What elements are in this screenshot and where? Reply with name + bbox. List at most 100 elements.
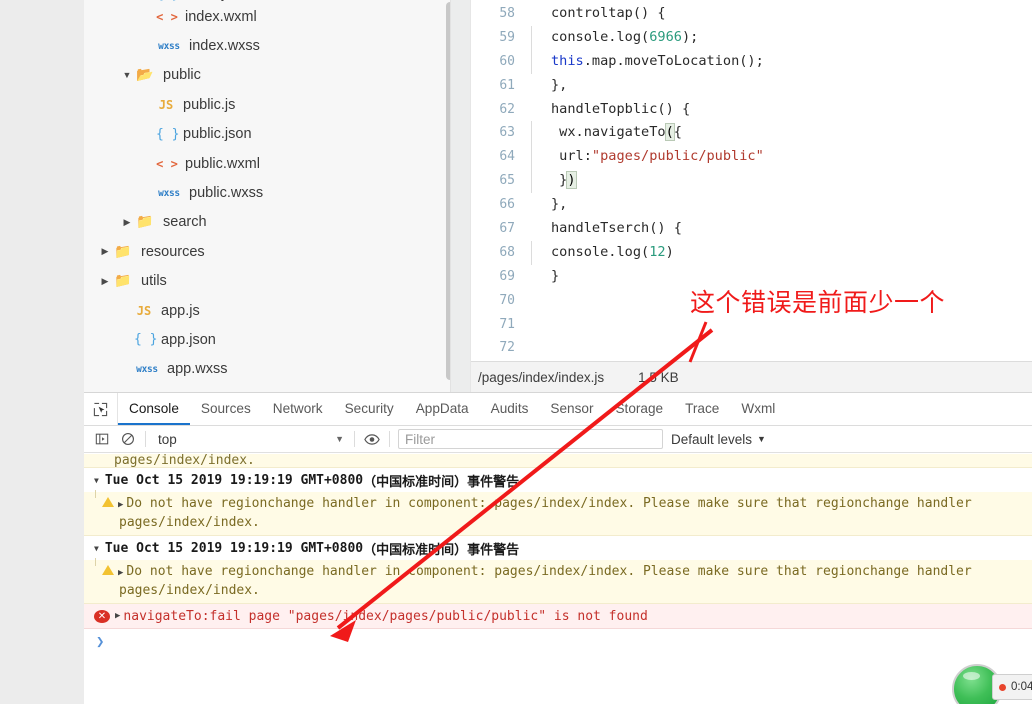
- toggle-console-sidebar-icon[interactable]: [89, 428, 115, 450]
- line-number: 72: [499, 340, 515, 356]
- code-token: console.log(: [551, 243, 650, 260]
- indent-guide: [527, 265, 541, 289]
- console-filter-input[interactable]: Filter: [398, 429, 663, 449]
- code-line[interactable]: 59 console.log(6966);: [471, 25, 1032, 50]
- code-token: handleTopblic() {: [551, 100, 691, 117]
- chevron-down-icon[interactable]: ▼: [94, 476, 99, 485]
- folder-open-icon: 📂: [136, 67, 154, 84]
- code-token: this: [551, 52, 584, 69]
- tree-item-public-json[interactable]: { } public.json: [84, 120, 450, 149]
- tree-item-utils[interactable]: ▶ 📁 utils: [84, 267, 450, 296]
- tab-appdata[interactable]: AppData: [405, 393, 480, 425]
- expand-arrow-icon-error[interactable]: ▶: [115, 611, 120, 621]
- console-message-list[interactable]: pages/index/index. ▼ Tue Oct 15 2019 19:1…: [84, 454, 1032, 704]
- log-levels-select[interactable]: Default levels ▼: [671, 432, 766, 447]
- tab-storage[interactable]: Storage: [604, 393, 674, 425]
- console-group-timezone: （中国标准时间）: [363, 474, 468, 490]
- upper-region: { } index.json < > index.wxml wxss index.wxss…: [84, 0, 1032, 392]
- tree-item-public-wxml[interactable]: < > public.wxml: [84, 149, 450, 178]
- code-line[interactable]: 63 wx.navigateTo({: [471, 121, 1032, 146]
- code-line[interactable]: 61},: [471, 74, 1032, 98]
- console-group-suffix: 事件警告: [467, 474, 520, 490]
- code-token: .map.moveToLocation();: [583, 52, 764, 69]
- tree-item-label: public.wxss: [189, 185, 264, 202]
- tree-item-label: app.js: [161, 302, 200, 319]
- code-lines[interactable]: 58 controltap() {59 console.log(6966); 60 th…: [471, 0, 1032, 392]
- tree-item-app-wxss[interactable]: wxss app.wxss: [84, 355, 450, 384]
- code-token: handleTserch() {: [551, 220, 682, 237]
- code-line[interactable]: 64 url:"pages/public/public": [471, 145, 1032, 170]
- indent-guide: [527, 25, 541, 50]
- line-number: 60: [499, 53, 515, 69]
- tab-wxml[interactable]: Wxml: [730, 393, 786, 425]
- warning-text-line-1: Do not have regionchange handler in comp…: [126, 564, 972, 579]
- code-line[interactable]: 62 handleTopblic() {: [471, 98, 1032, 122]
- console-input-prompt[interactable]: ❯: [84, 629, 1032, 655]
- expand-arrow-icon[interactable]: ▶: [118, 500, 123, 510]
- tree-item-resources[interactable]: ▶ 📁 resources: [84, 237, 450, 266]
- code-token: 12: [649, 243, 666, 260]
- code-line[interactable]: 72: [471, 336, 1032, 360]
- tree-item-search[interactable]: ▶ 📁 search: [84, 208, 450, 237]
- tree-item-index-wxml[interactable]: < > index.wxml: [84, 2, 450, 31]
- code-line[interactable]: 58 controltap() {: [471, 2, 1032, 26]
- screen-recorder-widget[interactable]: 0:04: [930, 664, 1032, 704]
- wxss-icon: wxss: [158, 40, 180, 52]
- tree-item-public-wxss[interactable]: wxss public.wxss: [84, 178, 450, 207]
- console-warning-message[interactable]: ▶ Do not have regionchange handler in com…: [84, 558, 1032, 604]
- line-number: 61: [499, 77, 515, 93]
- tab-security[interactable]: Security: [334, 393, 405, 425]
- tree-item-project-config-json[interactable]: {⚙}project.config.json: [84, 384, 450, 392]
- folder-icon: 📁: [114, 273, 132, 290]
- execution-context-select[interactable]: top ▼: [150, 428, 350, 450]
- chevron-down-icon[interactable]: ▼: [94, 544, 99, 553]
- line-number: 67: [499, 221, 515, 237]
- tab-network[interactable]: Network: [262, 393, 334, 425]
- tab-audits[interactable]: Audits: [480, 393, 540, 425]
- code-line[interactable]: 65 }): [471, 169, 1032, 194]
- code-editor[interactable]: 58 controltap() {59 console.log(6966); 60 th…: [470, 0, 1032, 392]
- line-number: 64: [499, 149, 515, 165]
- recording-dot-icon: [999, 683, 1006, 691]
- console-group-header[interactable]: ▼ Tue Oct 15 2019 19:19:19 GMT+0800 （中国标准…: [84, 536, 1032, 560]
- error-circle-icon: ✕: [94, 609, 110, 623]
- tree-item-app-js[interactable]: JS app.js: [84, 296, 450, 325]
- tree-item-public-js[interactable]: JS public.js: [84, 90, 450, 119]
- tree-item-label: resources: [141, 243, 205, 260]
- line-number: 68: [499, 244, 515, 260]
- tab-sources[interactable]: Sources: [190, 393, 262, 425]
- code-text: this.map.moveToLocation();: [541, 50, 764, 74]
- tree-item-index-wxss[interactable]: wxss index.wxss: [84, 31, 450, 60]
- toolbar-divider-1: [145, 431, 146, 447]
- code-line[interactable]: 68 console.log(12): [471, 240, 1032, 265]
- code-line[interactable]: 66},: [471, 193, 1032, 217]
- code-line[interactable]: 60 this.map.moveToLocation();: [471, 49, 1032, 74]
- toolbar-divider-2: [354, 431, 355, 447]
- status-file-path: /pages/index/index.js: [478, 369, 605, 385]
- code-token: );: [681, 28, 699, 45]
- chevron-right-icon[interactable]: ▶: [98, 276, 112, 286]
- console-group-header[interactable]: ▼ Tue Oct 15 2019 19:19:19 GMT+0800 （中国标准…: [84, 468, 1032, 492]
- devtools-tabbar: Console Sources Network Security AppData Audi…: [84, 393, 1032, 426]
- tab-trace[interactable]: Trace: [674, 393, 730, 425]
- tab-sensor[interactable]: Sensor: [539, 393, 604, 425]
- clear-console-icon[interactable]: [115, 428, 141, 450]
- file-explorer-tree[interactable]: { } index.json < > index.wxml wxss index.wxss…: [84, 0, 451, 392]
- tree-item-app-json[interactable]: { } app.json: [84, 325, 450, 354]
- tab-console[interactable]: Console: [118, 393, 190, 425]
- console-settings-eye-icon[interactable]: [359, 428, 385, 450]
- file-tree-scrollbar[interactable]: [446, 2, 450, 380]
- chevron-right-icon[interactable]: ▶: [120, 217, 134, 227]
- expand-arrow-icon[interactable]: ▶: [118, 568, 123, 578]
- code-text: },: [541, 193, 567, 217]
- chevron-down-icon[interactable]: ▼: [120, 70, 134, 80]
- chevron-right-icon[interactable]: ▶: [98, 247, 112, 256]
- warning-text-line-1: Do not have regionchange handler in comp…: [126, 496, 972, 511]
- console-error-message[interactable]: ✕ ▶ navigateTo:fail page "pages/index/page…: [84, 604, 1032, 629]
- inspect-element-icon[interactable]: [84, 393, 118, 425]
- tree-item-label: utils: [141, 273, 167, 290]
- code-line[interactable]: 67 handleTserch() {: [471, 217, 1032, 241]
- recorder-panel[interactable]: 0:04: [992, 674, 1032, 700]
- tree-item-public[interactable]: ▼ 📂 public: [84, 61, 450, 90]
- console-warning-message[interactable]: ▶ Do not have regionchange handler in com…: [84, 490, 1032, 536]
